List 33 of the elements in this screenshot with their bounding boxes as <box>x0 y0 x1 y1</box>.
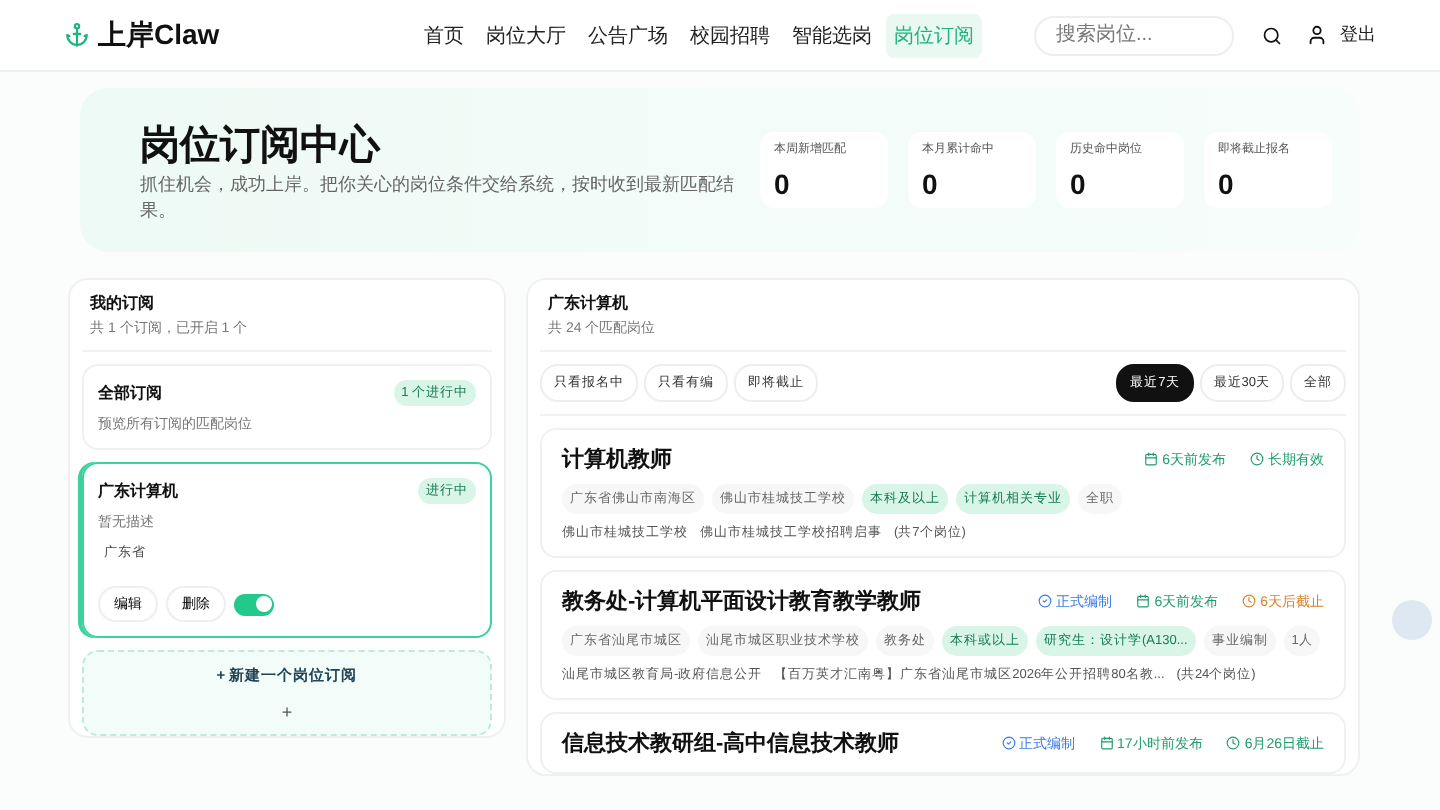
search-field[interactable]: 搜索岗位... <box>1034 15 1234 55</box>
search-icon[interactable] <box>1262 25 1282 45</box>
panel-title: 我的订阅 <box>90 292 156 314</box>
clock-icon <box>1242 594 1257 608</box>
calendar-icon <box>1099 736 1114 750</box>
stat-value: 0 <box>774 168 792 200</box>
job-title: 计算机教师 <box>562 445 672 474</box>
nav-link[interactable]: 校园招聘 <box>682 13 778 57</box>
check-circle-icon <box>1038 594 1053 608</box>
stat-value: 0 <box>922 168 940 200</box>
job-title: 教务处-计算机平面设计教育教学教师 <box>562 586 922 616</box>
calendar-icon <box>1136 594 1151 608</box>
stat-value: 0 <box>1218 168 1236 200</box>
calendar-icon <box>1144 452 1159 466</box>
toggle-switch[interactable] <box>234 593 274 615</box>
stat-value: 0 <box>1070 168 1088 200</box>
nav-link[interactable]: 岗位大厅 <box>478 13 574 57</box>
user-icon[interactable] <box>1306 24 1328 46</box>
subscription-name: 广东计算机 <box>98 480 178 502</box>
anchor-icon <box>64 22 90 48</box>
check-circle-icon <box>1001 736 1016 750</box>
logout-link[interactable]: 登出 <box>1340 22 1376 48</box>
brand-name[interactable]: 上岸Claw <box>98 17 220 53</box>
page-title: 岗位订阅中心 <box>140 121 383 172</box>
clock-icon <box>1226 736 1241 750</box>
nav-link[interactable]: 首页 <box>416 13 472 57</box>
nav-link[interactable]: 公告广场 <box>580 13 676 57</box>
page-subtitle: 抓住机会，成功上岸。把你关心的岗位条件交给系统，按时收到最新匹配结果。 <box>140 171 736 223</box>
subscription-name: 全部订阅 <box>98 382 162 404</box>
job-title: 信息技术教研组-高中信息技术教师 <box>562 729 900 758</box>
clock-icon <box>1250 452 1264 466</box>
panel-title: 广东计算机 <box>548 292 630 314</box>
nav-link[interactable]: 智能选岗 <box>784 13 880 57</box>
